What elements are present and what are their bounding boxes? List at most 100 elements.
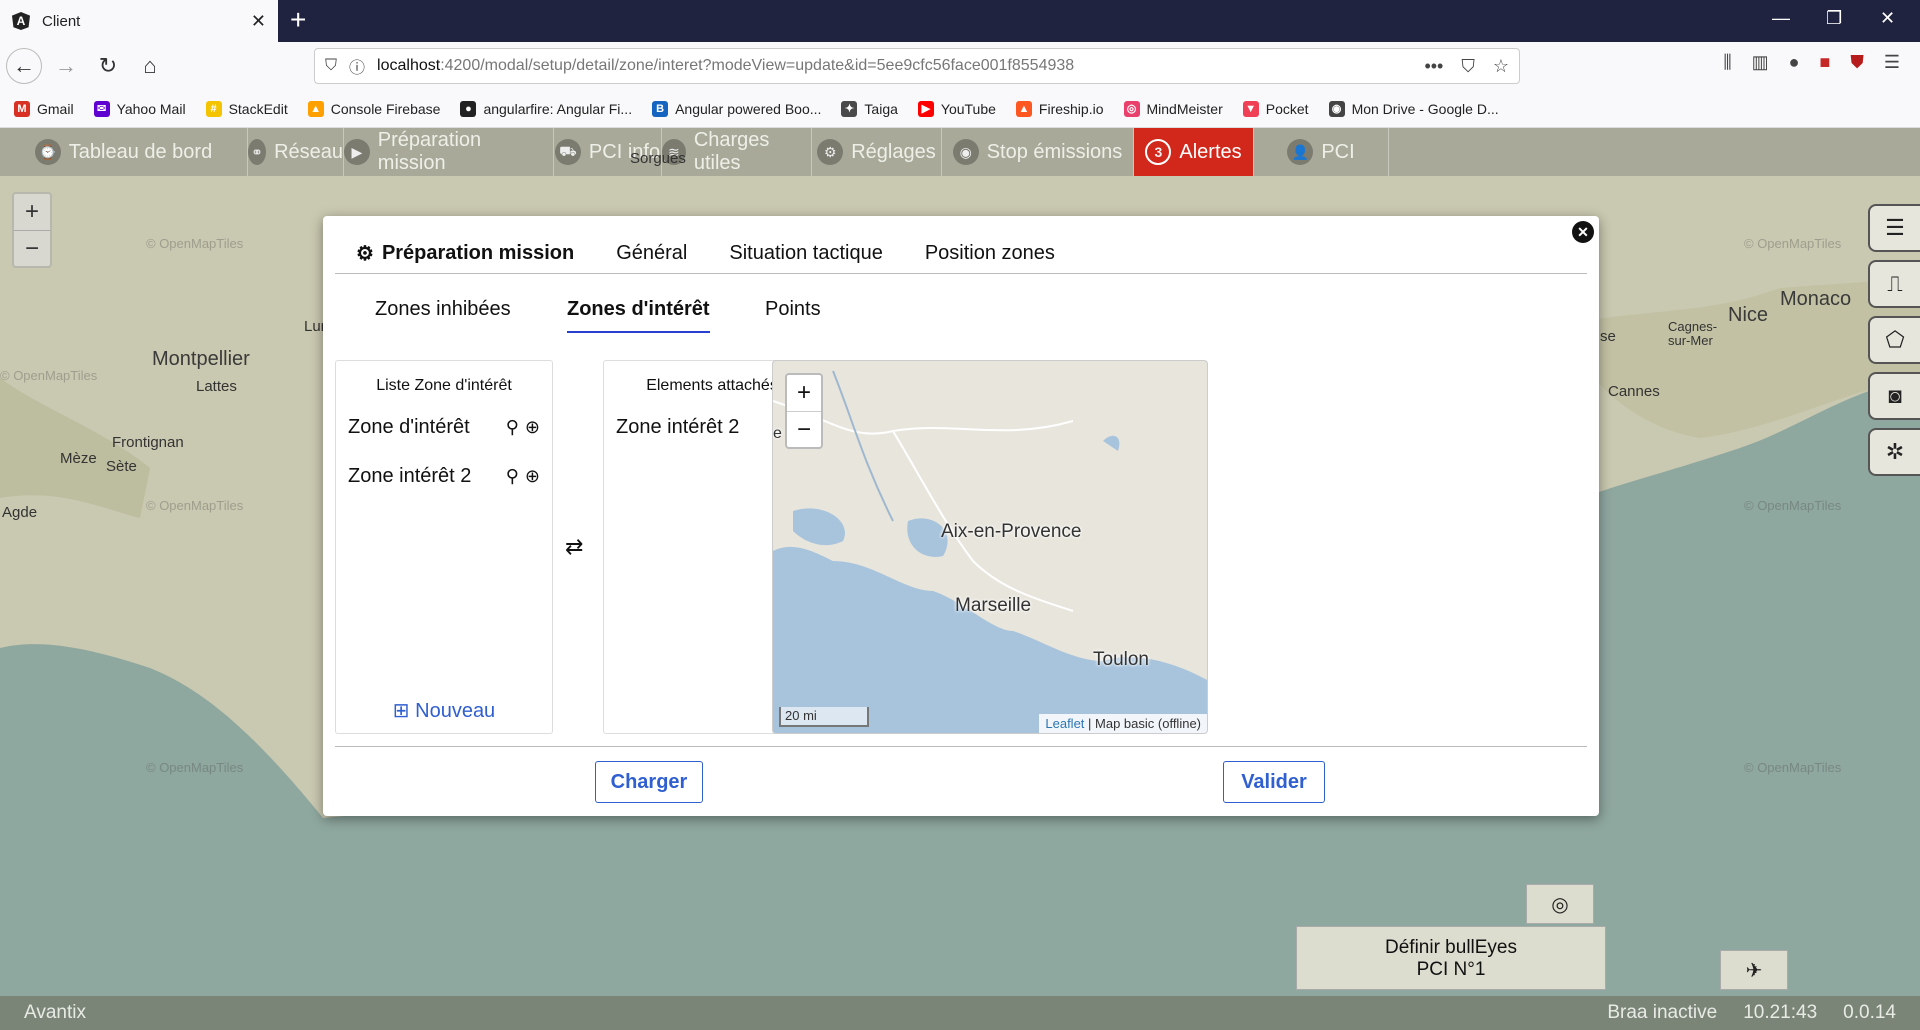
bookmark-icon: ▲ — [307, 100, 324, 117]
tab-mission-prep[interactable]: ⚙ Préparation mission — [335, 241, 595, 266]
subtab-points[interactable]: Points — [765, 298, 821, 321]
tab-general[interactable]: Général — [595, 242, 708, 265]
zoom-out-button[interactable]: − — [14, 230, 50, 266]
bullseye-icon: ◎ — [1551, 893, 1569, 916]
back-icon[interactable]: ← — [6, 48, 42, 84]
bookmark-label: Yahoo Mail — [116, 100, 186, 117]
modal-divider — [335, 746, 1587, 747]
pocket-icon[interactable]: ⛉ — [1461, 56, 1475, 77]
minimap-zoom-in-button[interactable]: + — [787, 375, 821, 411]
map-watermark: © OpenMapTiles — [1744, 498, 1842, 513]
url-bar[interactable]: ⛉ ⓘ localhost :4200/modal/setup/detail/z… — [314, 48, 1520, 84]
bookmark-star-icon[interactable]: ☆ — [1493, 56, 1509, 77]
headset-icon[interactable]: ◙ — [1868, 372, 1920, 420]
browser-tab[interactable]: A Client ✕ — [0, 0, 278, 42]
new-zone-button[interactable]: ⊞ Nouveau — [336, 698, 552, 723]
map-marker-icon[interactable]: ⚲ — [506, 417, 519, 438]
subtab-inhibited-zones[interactable]: Zones inhibées — [375, 298, 511, 321]
bookmark-item[interactable]: # StackEdit — [205, 100, 288, 117]
nav-icon: ⚭ — [248, 139, 267, 165]
bookmark-label: Angular powered Boo... — [675, 100, 822, 117]
validate-button[interactable]: Valider — [1223, 761, 1325, 803]
app-name: Avantix — [24, 1002, 86, 1023]
leaflet-link[interactable]: Leaflet — [1045, 716, 1084, 731]
clock: 10.21:43 — [1743, 1002, 1818, 1023]
sidebar-icon[interactable]: ▥ — [1752, 52, 1769, 73]
reload-icon[interactable]: ↻ — [90, 48, 126, 84]
list-item[interactable]: Zone intérêt 2 ⚲ ⊕ — [336, 452, 552, 501]
extension-icon[interactable]: ■ — [1819, 52, 1830, 73]
bookmark-item[interactable]: ▼ Pocket — [1242, 100, 1309, 117]
menu-icon[interactable]: ☰ — [1884, 52, 1900, 73]
info-icon[interactable]: ⓘ — [349, 54, 365, 78]
close-window-icon[interactable]: ✕ — [1880, 8, 1895, 29]
attribution-text: | Map basic (offline) — [1084, 716, 1201, 731]
swap-icon[interactable]: ⇄ — [565, 534, 583, 560]
network-icon[interactable]: ✲ — [1868, 428, 1920, 476]
library-icon[interactable]: ⫼ — [1723, 52, 1731, 73]
minimize-icon[interactable]: — — [1772, 8, 1790, 29]
profile-icon[interactable]: ● — [1789, 52, 1800, 73]
polygon-icon[interactable]: ⬠ — [1868, 316, 1920, 364]
map-marker-icon[interactable]: ⚲ — [506, 466, 519, 487]
map-watermark: © OpenMapTiles — [146, 498, 244, 513]
add-circle-icon[interactable]: ⊕ — [525, 466, 540, 487]
map-side-tools: ☰ ⎍ ⬠ ◙ ✲ — [1868, 204, 1920, 484]
zone-name: Zone intérêt 2 — [348, 465, 472, 487]
map-label: Sorgues — [630, 150, 686, 167]
bookmark-label: YouTube — [940, 100, 996, 117]
bookmark-item[interactable]: M Gmail — [14, 100, 74, 117]
bookmark-item[interactable]: ✉ Yahoo Mail — [93, 100, 186, 117]
tab-label: Préparation mission — [381, 242, 575, 264]
bookmark-label: Console Firebase — [330, 100, 441, 117]
nav-item[interactable]: 3 Alertes — [1134, 128, 1254, 176]
bookmark-item[interactable]: ◉ Mon Drive - Google D... — [1328, 100, 1499, 117]
nav-item[interactable]: ⌚ Tableau de bord — [0, 128, 248, 176]
modal-subtabs: Zones inhibées Zones d'intérêt Points — [335, 298, 1235, 340]
nav-label: Stop émissions — [986, 140, 1123, 163]
list-icon[interactable]: ☰ — [1868, 204, 1920, 252]
close-tab-icon[interactable]: ✕ — [251, 11, 266, 32]
bookmark-item[interactable]: ◎ MindMeister — [1123, 100, 1223, 117]
define-bulleyes-button[interactable]: Définir bullEyes PCI N°1 — [1296, 926, 1606, 990]
bookmark-label: angularfire: Angular Fi... — [483, 100, 633, 117]
nav-item[interactable]: ◉ Stop émissions — [942, 128, 1134, 176]
nav-item[interactable]: ⚭ Réseau — [248, 128, 344, 176]
tab-position-zones[interactable]: Position zones — [904, 242, 1076, 265]
nav-item[interactable]: 👤 PCI — [1254, 128, 1389, 176]
map-watermark: © OpenMapTiles — [146, 236, 244, 251]
zone-preview-map[interactable]: + − Aix-en-Provence Marseille Toulon e 2… — [772, 360, 1208, 734]
ublock-icon[interactable]: ⛊ — [1850, 52, 1864, 73]
bullseye-icon-button[interactable]: ◎ — [1526, 884, 1594, 924]
list-item[interactable]: Zone d'intérêt ⚲ ⊕ — [336, 403, 552, 452]
aircraft-button[interactable]: ✈ — [1720, 950, 1788, 990]
bookmark-item[interactable]: B Angular powered Boo... — [652, 100, 822, 117]
restore-icon[interactable]: ❐ — [1826, 8, 1842, 29]
home-icon[interactable]: ⌂ — [132, 48, 168, 84]
map-label: Cagnes-sur-Mer — [1668, 319, 1718, 348]
subtab-interest-zones[interactable]: Zones d'intérêt — [567, 298, 710, 333]
bookmark-item[interactable]: ▶ YouTube — [917, 100, 996, 117]
bookmark-icon: M — [14, 100, 30, 117]
map-watermark: © OpenMapTiles — [1744, 236, 1842, 251]
tab-tactical-situation[interactable]: Situation tactique — [708, 242, 903, 265]
map-label: Agde — [2, 504, 38, 521]
nav-item[interactable]: ▶ Préparation mission — [344, 128, 554, 176]
signal-icon[interactable]: ⎍ — [1868, 260, 1920, 308]
nav-item[interactable]: ⚙ Réglages — [812, 128, 942, 176]
bookmark-item[interactable]: ● angularfire: Angular Fi... — [460, 100, 633, 117]
minimap-zoom-out-button[interactable]: − — [787, 411, 821, 447]
nav-icon: ⌚ — [34, 139, 61, 165]
zoom-in-button[interactable]: + — [14, 194, 50, 230]
status-bar: Avantix Braa inactive 10.21:43 0.0.14 — [0, 996, 1920, 1030]
bookmark-item[interactable]: ▲ Console Firebase — [307, 100, 441, 117]
load-button[interactable]: Charger — [595, 761, 703, 803]
bulleyes-line2: PCI N°1 — [1416, 959, 1486, 980]
bookmark-item[interactable]: ▲ Fireship.io — [1015, 100, 1104, 117]
forward-icon[interactable]: → — [48, 48, 84, 84]
new-tab-icon[interactable]: + — [290, 6, 306, 34]
bookmark-item[interactable]: ✦ Taiga — [841, 100, 898, 117]
add-circle-icon[interactable]: ⊕ — [525, 417, 540, 438]
more-icon[interactable]: ••• — [1424, 56, 1443, 77]
map-watermark: © OpenMapTiles — [146, 760, 244, 775]
